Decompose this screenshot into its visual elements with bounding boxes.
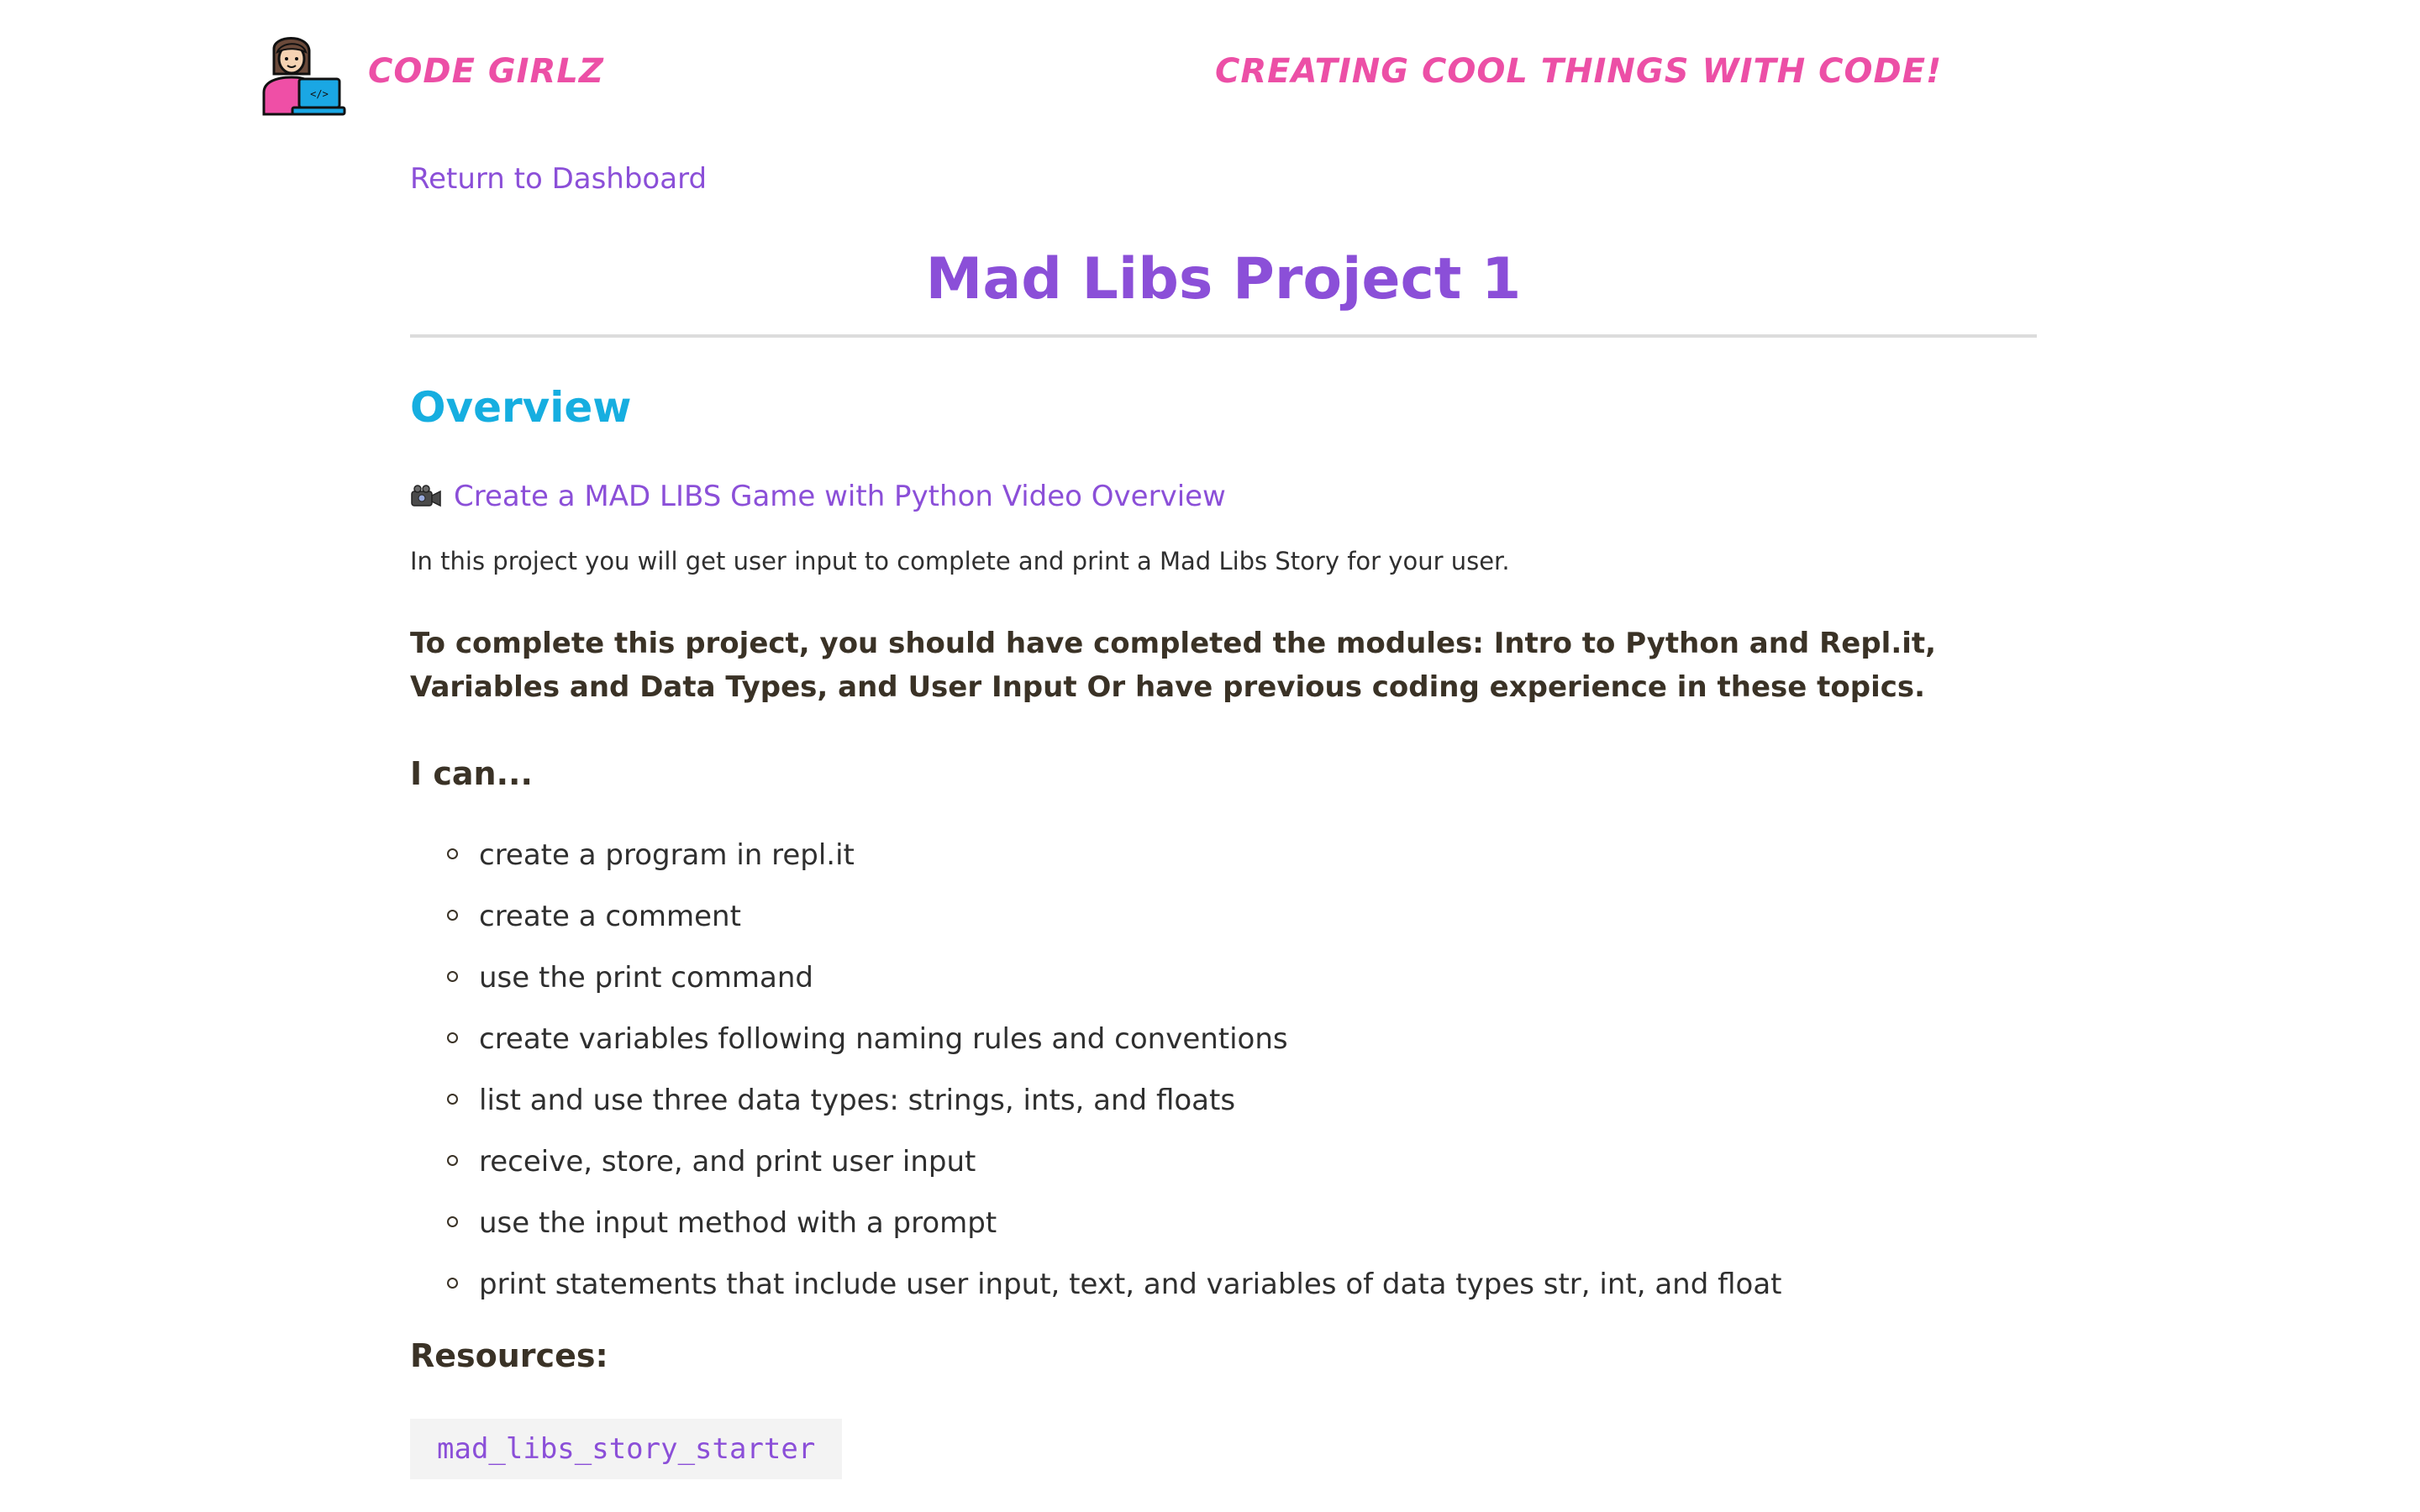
list-item-label: create a program in repl.it	[479, 838, 855, 872]
video-camera-icon	[410, 484, 442, 509]
bullet-icon	[447, 1216, 458, 1227]
bullet-icon	[447, 1155, 458, 1166]
list-item: list and use three data types: strings, …	[447, 1080, 2037, 1121]
return-to-dashboard-link[interactable]: Return to Dashboard	[410, 158, 707, 200]
site-header: </> CODE GIRLZ CREATING COOL THINGS WITH…	[259, 30, 2420, 123]
main-content: Return to Dashboard Mad Libs Project 1 O…	[410, 158, 2037, 1479]
list-item-label: list and use three data types: strings, …	[479, 1084, 1236, 1117]
bullet-icon	[447, 1278, 458, 1289]
skills-list: create a program in repl.it create a com…	[410, 835, 2037, 1305]
video-link-row: Create a MAD LIBS Game with Python Video…	[410, 475, 2037, 517]
bullet-icon	[447, 848, 458, 859]
list-item-label: create a comment	[479, 900, 741, 933]
list-item-label: print statements that include user input…	[479, 1268, 1782, 1301]
brand-link[interactable]: CODE GIRLZ	[368, 52, 604, 91]
prerequisite-text: To complete this project, you should hav…	[410, 627, 1937, 704]
overview-heading: Overview	[410, 383, 632, 432]
list-item: use the print command	[447, 958, 2037, 998]
bullet-icon	[447, 1032, 458, 1043]
list-item: receive, store, and print user input	[447, 1142, 2037, 1182]
girl-with-laptop-icon[interactable]: </>	[259, 30, 346, 119]
list-item-label: use the input method with a prompt	[479, 1206, 997, 1240]
starter-code-link[interactable]: mad_libs_story_starter	[410, 1419, 843, 1479]
site-tagline: CREATING COOL THINGS WITH CODE!	[1215, 52, 1943, 91]
list-item-label: receive, store, and print user input	[479, 1145, 976, 1179]
list-item: print statements that include user input…	[447, 1264, 2037, 1305]
bullet-icon	[447, 1094, 458, 1105]
list-item: create variables following naming rules …	[447, 1019, 2037, 1059]
bullet-icon	[447, 910, 458, 921]
bullet-icon	[447, 971, 458, 982]
page-title: Mad Libs Project 1	[410, 242, 2037, 338]
list-item: use the input method with a prompt	[447, 1203, 2037, 1243]
list-item: create a program in repl.it	[447, 835, 2037, 875]
ican-heading: I can...	[410, 755, 533, 792]
list-item-label: create variables following naming rules …	[479, 1022, 1288, 1056]
video-overview-link[interactable]: Create a MAD LIBS Game with Python Video…	[454, 475, 1226, 517]
resources-heading: Resources:	[410, 1337, 608, 1374]
intro-text: In this project you will get user input …	[410, 547, 1510, 575]
list-item: create a comment	[447, 896, 2037, 937]
list-item-label: use the print command	[479, 961, 813, 995]
svg-text:</>: </>	[310, 88, 329, 100]
